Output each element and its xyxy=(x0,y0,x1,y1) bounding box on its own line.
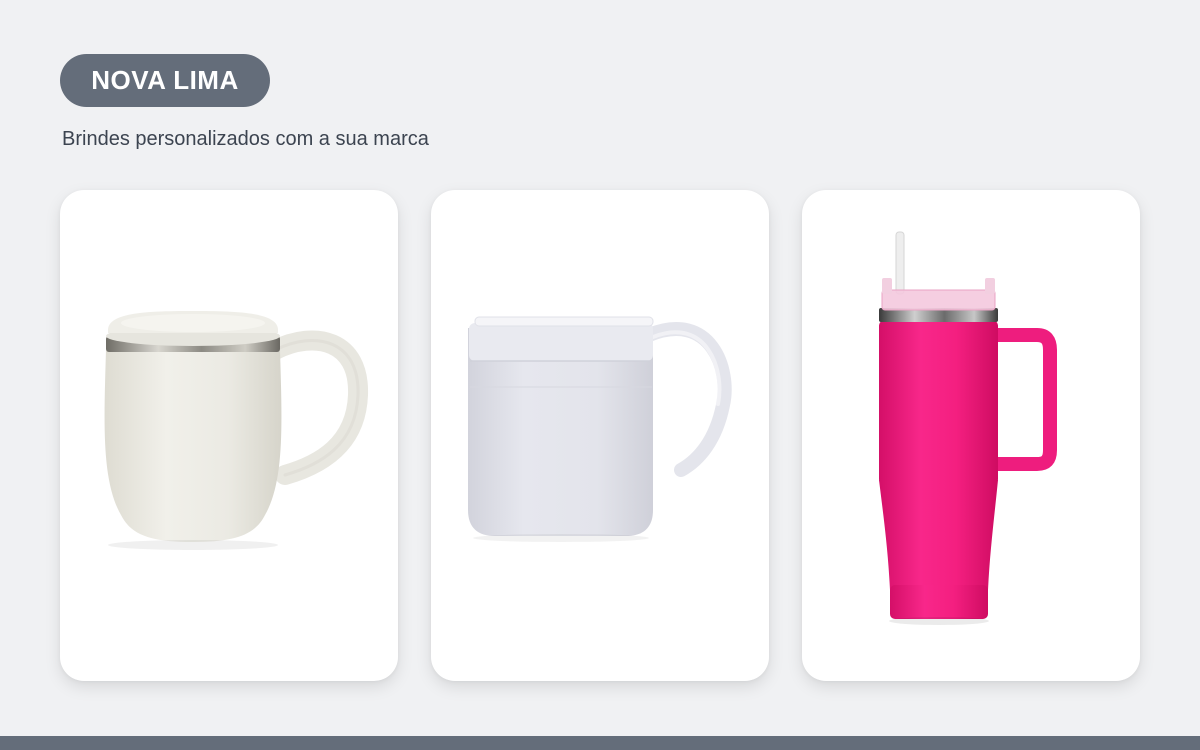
tagline: Brindes personalizados com a sua marca xyxy=(62,128,429,150)
brand-badge: NOVA LIMA xyxy=(60,54,270,107)
product-card[interactable] xyxy=(802,190,1140,681)
ceramic-mug-with-lid-icon xyxy=(104,311,369,550)
thermal-mug-icon xyxy=(468,316,732,542)
footer-bar xyxy=(0,736,1200,750)
tumbler-with-straw-icon xyxy=(879,231,1057,625)
product-card[interactable] xyxy=(60,190,398,681)
product-card[interactable] xyxy=(431,190,769,681)
brand-name: NOVA LIMA xyxy=(91,65,239,95)
